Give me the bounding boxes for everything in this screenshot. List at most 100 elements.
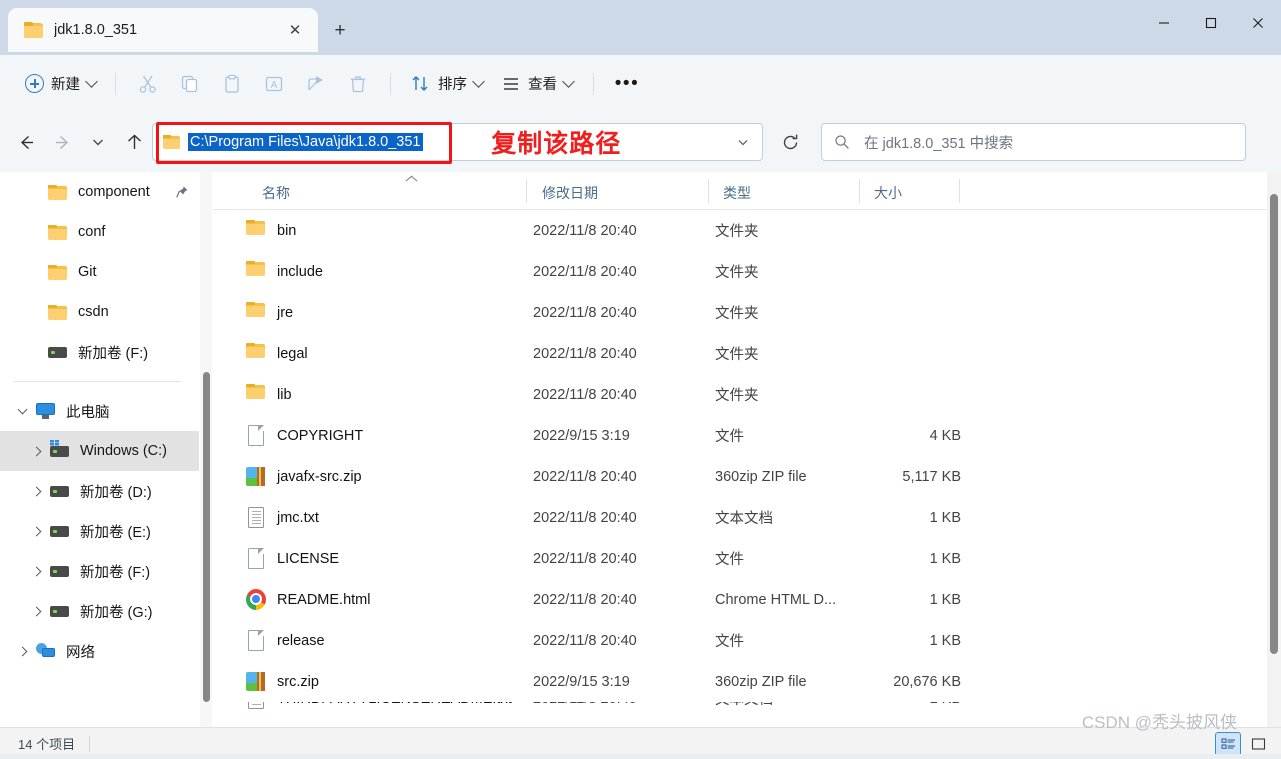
sidebar-item-this-pc[interactable]: 此电脑	[0, 391, 199, 431]
back-button[interactable]	[8, 125, 44, 159]
sidebar-item-label: 新加卷 (F:)	[80, 564, 151, 581]
folder-icon	[46, 304, 68, 320]
file-name-cell[interactable]: javafx-src.zip	[246, 466, 362, 487]
delete-button[interactable]	[337, 66, 379, 102]
sidebar-item-component[interactable]: component	[0, 172, 199, 212]
sort-ascending-icon	[406, 175, 417, 182]
file-name-cell[interactable]: include	[246, 261, 323, 282]
sidebar-item-volume-e[interactable]: 新加卷 (E:)	[0, 511, 199, 551]
file-list-scrollbar-thumb[interactable]	[1270, 194, 1278, 654]
minimize-button[interactable]	[1140, 0, 1187, 46]
column-header-type[interactable]: 类型	[723, 183, 751, 203]
address-path-text[interactable]: C:\Program Files\Java\jdk1.8.0_351	[188, 133, 423, 151]
chevron-right-icon[interactable]	[26, 526, 48, 536]
paste-button[interactable]	[211, 66, 253, 102]
file-name-cell[interactable]: THIRDPARTYLICENSEREADME.txt	[246, 702, 512, 709]
sidebar-item-conf[interactable]: conf	[0, 212, 199, 252]
file-date-cell: 2022/11/8 20:40	[533, 386, 637, 403]
sidebar-item-volume-d[interactable]: 新加卷 (D:)	[0, 471, 199, 511]
table-row[interactable]: src.zip 2022/9/15 3:19 360zip ZIP file 2…	[213, 661, 1268, 702]
sort-button[interactable]: 排序	[402, 67, 492, 101]
arrow-right-icon	[55, 135, 68, 149]
chevron-down-icon	[562, 75, 575, 88]
file-name-cell[interactable]: jre	[246, 302, 293, 323]
table-row[interactable]: bin 2022/11/8 20:40 文件夹	[213, 210, 1268, 251]
search-placeholder: 在 jdk1.8.0_351 中搜索	[864, 135, 1014, 152]
file-name-text: LICENSE	[277, 550, 340, 567]
table-row[interactable]: jmc.txt 2022/11/8 20:40 文本文档 1 KB	[213, 497, 1268, 538]
table-row[interactable]: README.html 2022/11/8 20:40 Chrome HTML …	[213, 579, 1268, 620]
large-icons-view-toggle[interactable]	[1245, 732, 1271, 756]
share-button[interactable]	[295, 66, 337, 102]
column-divider[interactable]	[859, 179, 860, 203]
watermark-text: CSDN @秃头披风侠	[1081, 713, 1237, 732]
file-name-cell[interactable]: bin	[246, 220, 296, 241]
file-list-scrollbar[interactable]	[1267, 172, 1281, 727]
column-divider[interactable]	[526, 179, 527, 203]
file-name-cell[interactable]: release	[246, 630, 325, 651]
cut-button[interactable]	[127, 66, 169, 102]
details-view-toggle[interactable]	[1215, 732, 1241, 756]
tab-jdk[interactable]: jdk1.8.0_351 ✕	[8, 8, 318, 52]
refresh-button[interactable]	[771, 125, 809, 159]
chevron-right-icon[interactable]	[12, 646, 34, 656]
new-button[interactable]: 新建	[18, 67, 104, 101]
close-icon[interactable]: ✕	[282, 17, 308, 43]
table-row[interactable]: LICENSE 2022/11/8 20:40 文件 1 KB	[213, 538, 1268, 579]
table-row[interactable]: release 2022/11/8 20:40 文件 1 KB	[213, 620, 1268, 661]
chevron-right-icon[interactable]	[26, 566, 48, 576]
chevron-down-icon[interactable]	[12, 404, 34, 415]
sidebar-item-volume-f-quick[interactable]: 新加卷 (F:)	[0, 332, 199, 372]
taskbar-edge	[0, 754, 1281, 759]
file-name-cell[interactable]: LICENSE	[246, 548, 339, 569]
up-button[interactable]	[116, 125, 152, 159]
file-name-cell[interactable]: jmc.txt	[246, 507, 319, 528]
new-tab-button[interactable]: +	[325, 16, 355, 44]
file-name-cell[interactable]: lib	[246, 384, 292, 405]
chevron-right-icon[interactable]	[26, 486, 48, 496]
file-name-cell[interactable]: src.zip	[246, 671, 319, 692]
copy-button[interactable]	[169, 66, 211, 102]
forward-button[interactable]	[44, 125, 80, 159]
sidebar-item-network[interactable]: 网络	[0, 631, 199, 671]
column-header-size[interactable]: 大小	[874, 183, 902, 203]
sidebar-item-csdn[interactable]: csdn	[0, 292, 199, 332]
sidebar-item-volume-g[interactable]: 新加卷 (G:)	[0, 591, 199, 631]
maximize-button[interactable]	[1187, 0, 1234, 46]
view-button[interactable]: 查看	[492, 67, 582, 101]
table-row[interactable]: jre 2022/11/8 20:40 文件夹	[213, 292, 1268, 333]
sidebar-item-label: 新加卷 (E:)	[80, 524, 151, 541]
sidebar-scrollbar[interactable]	[200, 172, 212, 727]
text-icon	[246, 702, 266, 709]
scissors-icon	[139, 75, 156, 93]
address-bar[interactable]: C:\Program Files\Java\jdk1.8.0_351 复制该路径	[152, 123, 763, 161]
chevron-right-icon[interactable]	[26, 446, 48, 456]
column-divider[interactable]	[708, 179, 709, 203]
pin-icon[interactable]	[175, 185, 189, 202]
close-button[interactable]	[1234, 0, 1281, 46]
table-row[interactable]: javafx-src.zip 2022/11/8 20:40 360zip ZI…	[213, 456, 1268, 497]
copy-icon	[181, 75, 198, 92]
table-row[interactable]: legal 2022/11/8 20:40 文件夹	[213, 333, 1268, 374]
column-header-name[interactable]: 名称	[262, 183, 290, 203]
more-options-button[interactable]: •••	[605, 67, 649, 101]
address-dropdown-button[interactable]	[730, 127, 756, 157]
search-box[interactable]: 在 jdk1.8.0_351 中搜索	[821, 123, 1246, 161]
column-header-date[interactable]: 修改日期	[542, 183, 598, 203]
sidebar-item-git[interactable]: Git	[0, 252, 199, 292]
table-row[interactable]: lib 2022/11/8 20:40 文件夹	[213, 374, 1268, 415]
chevron-right-icon[interactable]	[26, 606, 48, 616]
sidebar-item-windows-c[interactable]: Windows (C:)	[0, 431, 199, 471]
file-type-cell: 文件夹	[715, 306, 759, 322]
file-name-cell[interactable]: COPYRIGHT	[246, 425, 363, 446]
table-row[interactable]: include 2022/11/8 20:40 文件夹	[213, 251, 1268, 292]
table-row[interactable]: COPYRIGHT 2022/9/15 3:19 文件 4 KB	[213, 415, 1268, 456]
column-divider[interactable]	[959, 179, 960, 203]
sidebar-scrollbar-thumb[interactable]	[203, 372, 210, 702]
drive-icon	[48, 565, 70, 577]
file-name-cell[interactable]: legal	[246, 343, 308, 364]
recent-locations-button[interactable]	[80, 125, 116, 159]
file-name-cell[interactable]: README.html	[246, 589, 370, 610]
rename-button[interactable]: A	[253, 66, 295, 102]
sidebar-item-volume-f[interactable]: 新加卷 (F:)	[0, 551, 199, 591]
